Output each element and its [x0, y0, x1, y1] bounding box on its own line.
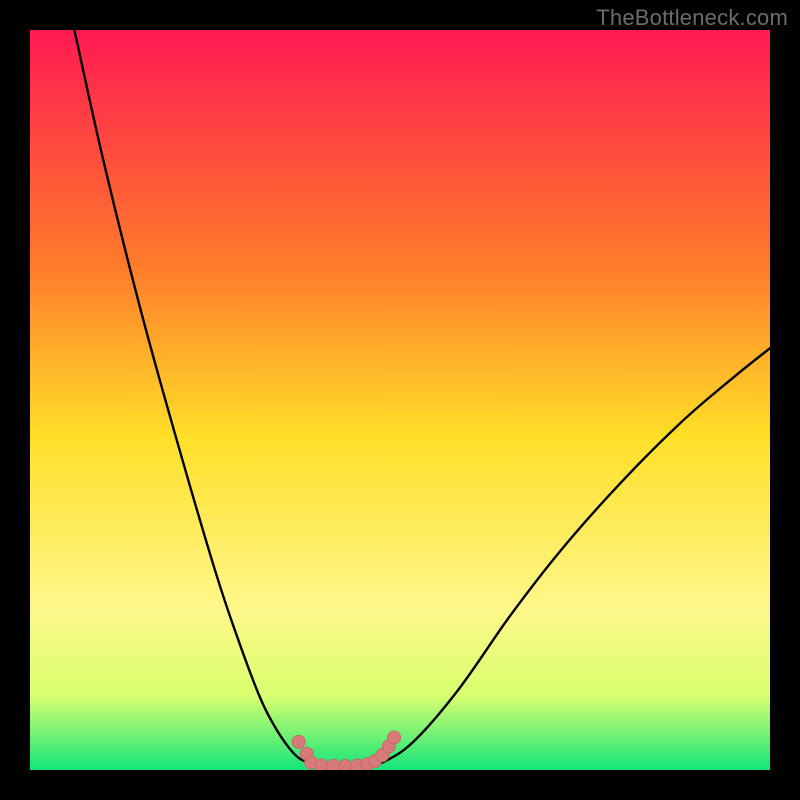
watermark-text: TheBottleneck.com	[596, 5, 788, 31]
chart-frame: TheBottleneck.com	[0, 0, 800, 800]
chart-background-gradient	[30, 30, 770, 770]
valley-marker-4	[327, 759, 340, 770]
valley-marker-0	[292, 735, 305, 748]
valley-marker-3	[315, 759, 328, 770]
chart-plot-area	[30, 30, 770, 770]
valley-marker-5	[339, 759, 352, 770]
chart-svg	[30, 30, 770, 770]
valley-marker-11	[388, 731, 401, 744]
